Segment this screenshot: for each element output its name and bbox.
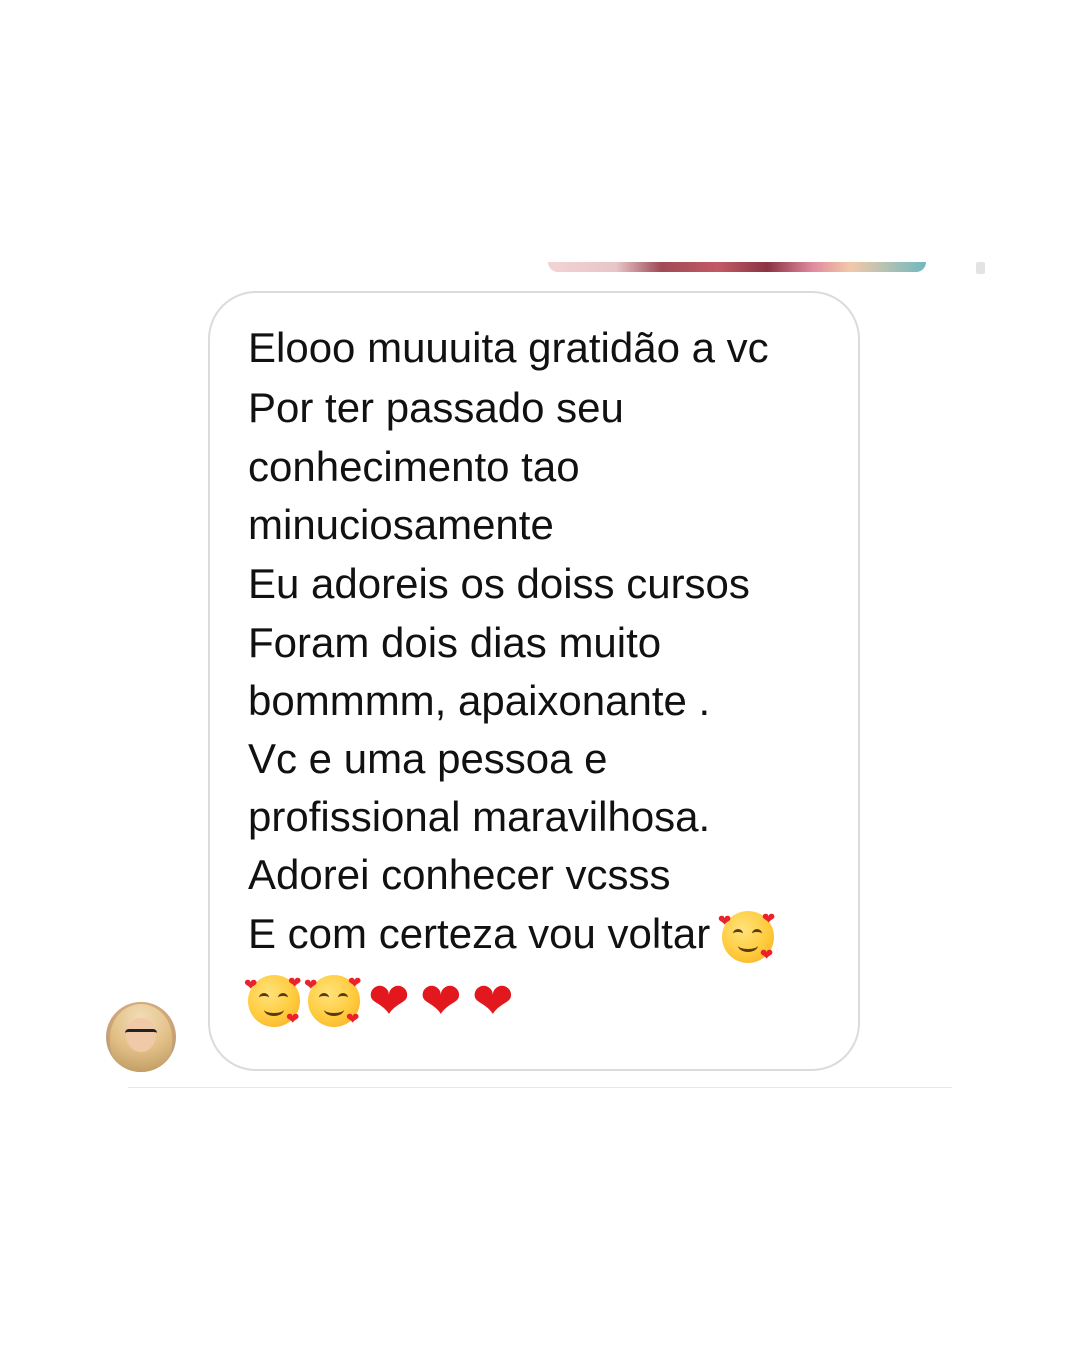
red-heart-icon: ❤ bbox=[368, 971, 410, 1030]
message-line: Por ter passado seu bbox=[248, 384, 624, 431]
message-line: E com certeza vou voltar bbox=[248, 910, 711, 957]
sender-avatar[interactable] bbox=[106, 1002, 176, 1072]
message-line: Vc e uma pessoa e bbox=[248, 735, 608, 782]
smiling-face-with-hearts-icon: ❤ ❤ ❤ bbox=[244, 972, 302, 1028]
message-line: Foram dois dias muito bbox=[248, 619, 662, 666]
message-line: Eu adoreis os doiss cursos bbox=[248, 560, 750, 607]
red-heart-icon: ❤ bbox=[471, 971, 514, 1030]
scrollbar-indicator bbox=[976, 262, 985, 274]
message-text: Elooo muuuita gratidão a vc Por ter pass… bbox=[244, 318, 848, 1030]
red-heart-icon: ❤ bbox=[419, 971, 462, 1030]
glasses-icon bbox=[125, 1029, 157, 1040]
divider bbox=[128, 1087, 952, 1088]
message-line: minuciosamente bbox=[248, 501, 554, 548]
emoji-line: ❤ ❤ ❤ ❤ ❤ ❤ ❤ ❤ ❤ bbox=[244, 968, 848, 1030]
smiling-face-with-hearts-icon: ❤ ❤ ❤ bbox=[717, 908, 776, 964]
message-line: Adorei conhecer vcsss bbox=[248, 851, 671, 898]
message-line: bommmm, apaixonante . bbox=[248, 677, 711, 724]
message-line-with-emoji: E com certeza vou voltar ❤ ❤ ❤ bbox=[248, 904, 848, 964]
smiling-face-with-hearts-icon: ❤ ❤ ❤ bbox=[304, 972, 362, 1028]
message-line: profissional maravilhosa. bbox=[248, 793, 711, 840]
message-line: conhecimento tao bbox=[248, 443, 580, 490]
message-line: Elooo muuuita gratidão a vc bbox=[248, 324, 769, 371]
previous-media-thumbnail[interactable] bbox=[548, 262, 926, 272]
